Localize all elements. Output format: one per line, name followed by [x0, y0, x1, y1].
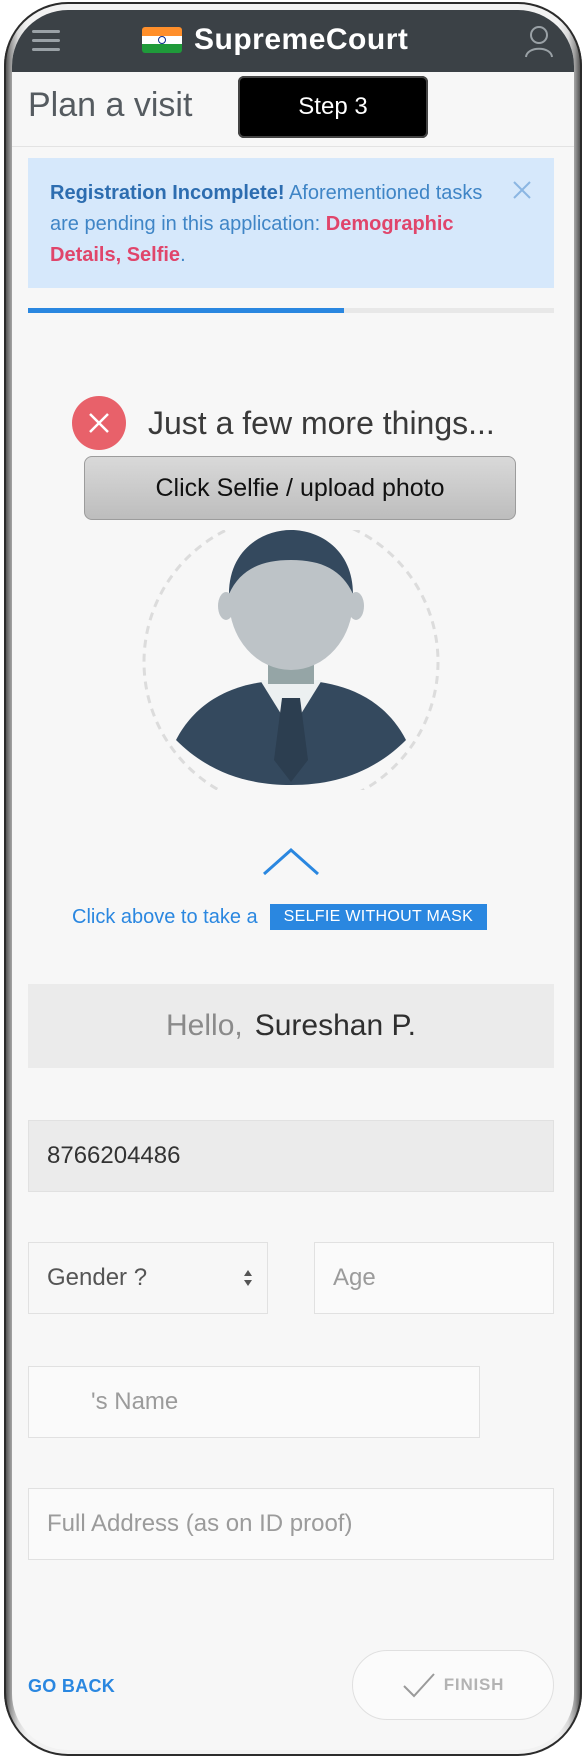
person-avatar-icon[interactable]: [142, 530, 440, 790]
finish-button[interactable]: FINISH: [352, 1650, 554, 1720]
greeting-box: Hello, Sureshan P.: [28, 984, 554, 1068]
address-field[interactable]: Full Address (as on ID proof): [28, 1488, 554, 1560]
x-circle-icon: [72, 396, 126, 450]
few-more-heading: Just a few more things...: [148, 404, 495, 441]
header-divider: [12, 146, 574, 147]
selfie-hint: Click above to take a SELFIE WITHOUT MAS…: [72, 904, 488, 930]
age-field[interactable]: Age: [314, 1242, 554, 1314]
brand-name: SupremeCourt: [194, 23, 409, 56]
greeting-hello: Hello,: [166, 1009, 243, 1042]
top-bar: SupremeCourt: [12, 10, 574, 72]
phone-field[interactable]: 8766204486: [28, 1120, 554, 1192]
relative-name-field[interactable]: 's Name: [28, 1366, 480, 1438]
selfie-hint-text: Click above to take a: [72, 905, 258, 928]
check-icon: [403, 1673, 435, 1698]
hamburger-icon[interactable]: [32, 30, 60, 52]
selfie-without-mask-badge: SELFIE WITHOUT MASK: [269, 904, 488, 930]
alert-end: .: [180, 244, 186, 266]
go-back-link[interactable]: GO BACK: [28, 1676, 115, 1697]
user-icon[interactable]: [524, 24, 554, 58]
india-flag-icon: [142, 27, 182, 53]
close-icon[interactable]: [510, 178, 534, 202]
select-arrows-icon: [244, 1270, 252, 1286]
brand: SupremeCourt: [142, 18, 408, 62]
gender-select[interactable]: Gender ?: [28, 1242, 268, 1314]
few-more-row: Just a few more things...: [72, 396, 495, 450]
registration-alert: Registration Incomplete! Aforementioned …: [28, 158, 554, 288]
step-badge: Step 3: [238, 76, 428, 138]
progress-fill: [28, 308, 344, 313]
alert-title: Registration Incomplete!: [50, 182, 285, 204]
finish-label: FINISH: [443, 1675, 505, 1694]
app-screen: SupremeCourt Plan a visit Step 3 Registr…: [12, 10, 574, 1750]
progress-bar: [28, 308, 554, 313]
chevron-up-icon[interactable]: [262, 846, 320, 876]
greeting-name: Sureshan P.: [254, 1009, 416, 1042]
click-selfie-button[interactable]: Click Selfie / upload photo: [84, 456, 516, 520]
gender-label: Gender ?: [47, 1264, 148, 1291]
page-title: Plan a visit: [28, 86, 193, 124]
